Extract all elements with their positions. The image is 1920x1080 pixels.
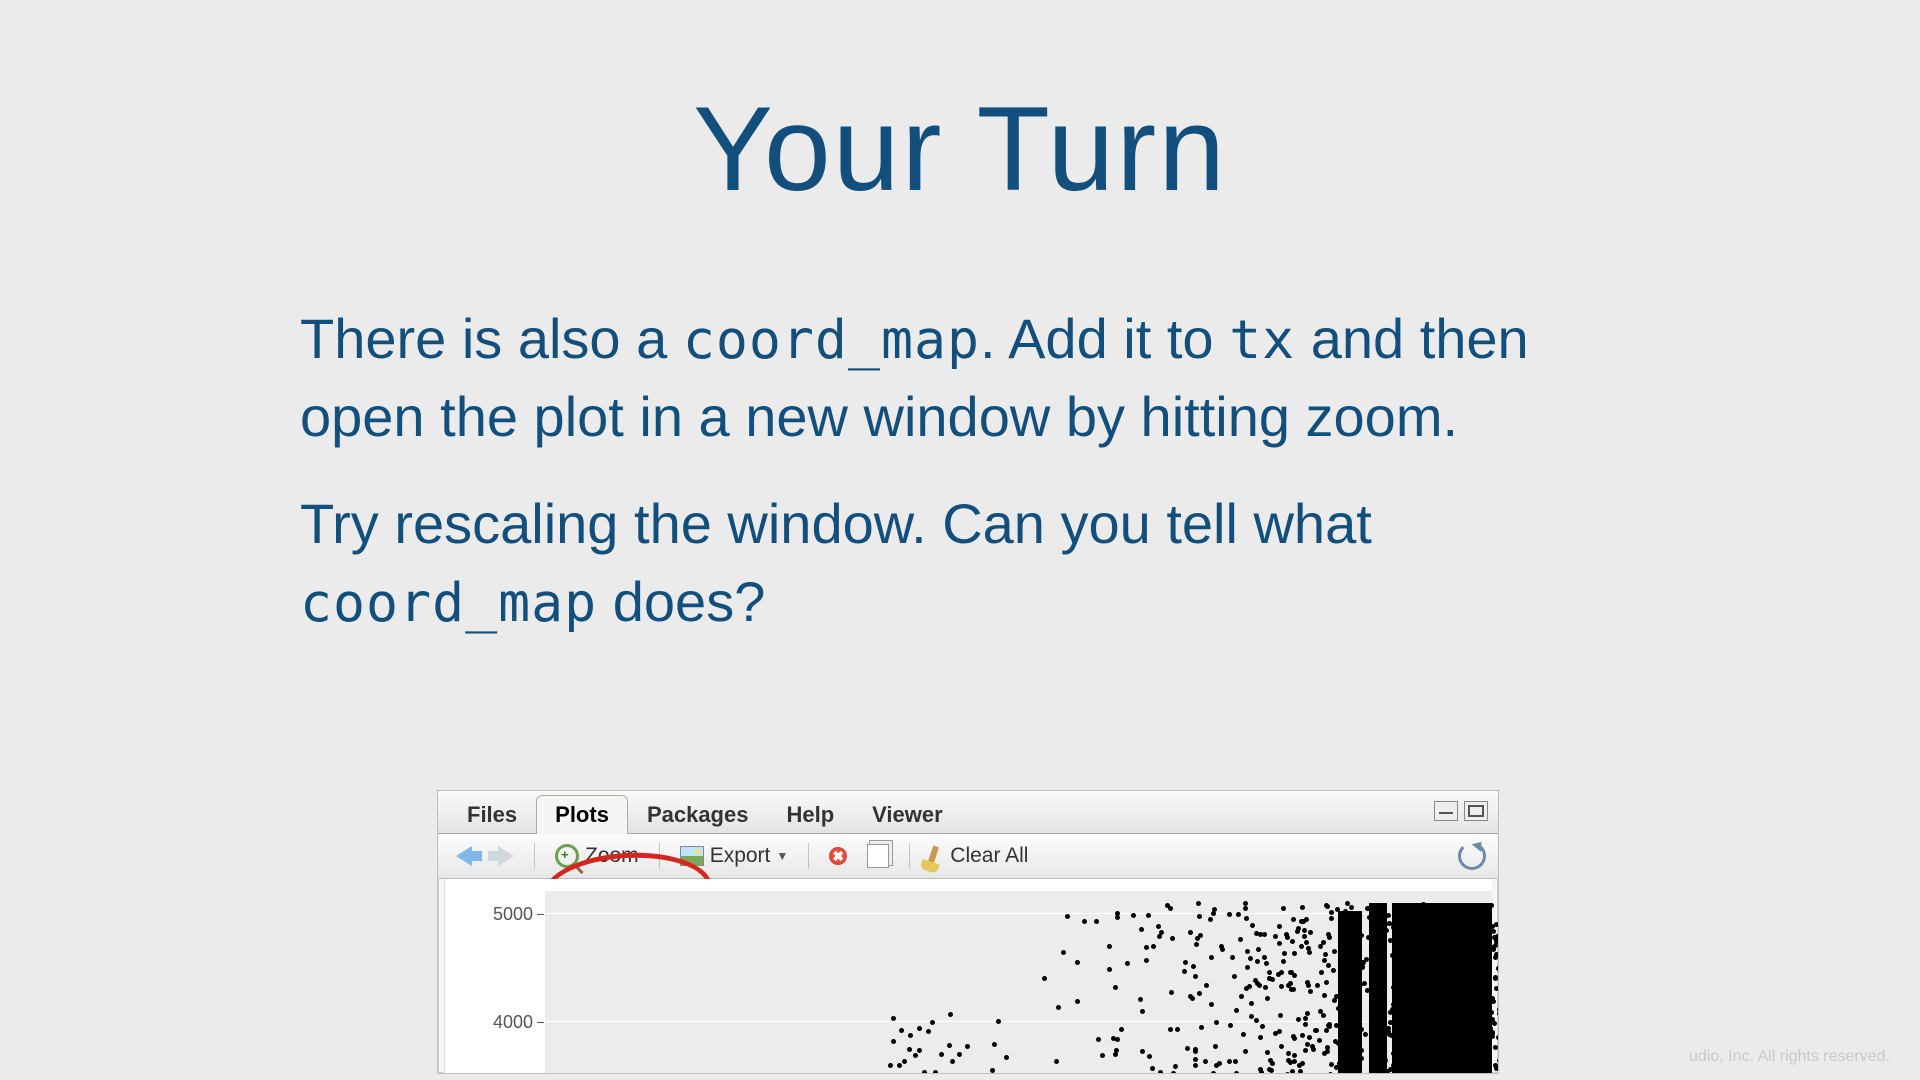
tab-packages[interactable]: Packages: [628, 795, 768, 834]
clear-all-button[interactable]: Clear All: [924, 842, 1034, 870]
p1-code-coord-map: coord_map: [683, 309, 980, 371]
export-button[interactable]: Export ▼: [674, 842, 795, 870]
scatter-dots: [545, 891, 1492, 1074]
slide: Your Turn There is also a coord_map. Add…: [0, 0, 1920, 1080]
delete-circle-icon: ✖: [829, 847, 847, 865]
broom-icon: [927, 846, 939, 867]
plot-toolbar: + Zoom Export ▼ ✖ Clear All: [438, 834, 1498, 879]
arrow-right-icon: [498, 846, 514, 866]
p2-text-a: Try rescaling the window. Can you tell w…: [300, 492, 1372, 555]
minimize-pane-icon[interactable]: [1434, 801, 1458, 821]
dropdown-caret-icon: ▼: [776, 849, 788, 863]
toolbar-separator: [534, 843, 535, 869]
document-stack-icon: [867, 844, 889, 868]
toolbar-separator: [909, 843, 910, 869]
plot-grid: [545, 891, 1492, 1074]
rstudio-plot-pane: Files Plots Packages Help Viewer + Zoom: [437, 790, 1499, 1074]
tick-mark: [537, 1022, 544, 1023]
footer-copyright: udio, Inc. All rights reserved.: [1689, 1048, 1890, 1066]
toolbar-separator: [808, 843, 809, 869]
picture-icon: [680, 846, 704, 866]
tab-help[interactable]: Help: [767, 795, 853, 834]
arrow-left-icon: [456, 846, 472, 866]
zoom-button-label: Zoom: [585, 844, 639, 868]
nav-back-button[interactable]: [450, 844, 478, 868]
tab-files[interactable]: Files: [448, 795, 536, 834]
y-axis-tick-5000: 5000: [493, 904, 533, 925]
export-button-label: Export: [710, 844, 771, 868]
p1-code-tx: tx: [1229, 309, 1295, 371]
p2-text-b: does?: [597, 570, 765, 633]
slide-body: There is also a coord_map. Add it to tx …: [300, 300, 1600, 670]
p1-text-b: . Add it to: [980, 307, 1229, 370]
remove-plot-button[interactable]: ✖: [823, 845, 853, 867]
zoom-button[interactable]: + Zoom: [549, 842, 645, 870]
slide-title: Your Turn: [0, 80, 1920, 218]
paragraph-2: Try rescaling the window. Can you tell w…: [300, 485, 1600, 642]
p2-code-coord-map: coord_map: [300, 572, 597, 634]
pane-tab-bar: Files Plots Packages Help Viewer: [438, 791, 1498, 834]
copy-plot-button[interactable]: [867, 842, 895, 870]
magnifier-plus-icon: +: [555, 844, 579, 868]
refresh-icon[interactable]: [1458, 842, 1486, 870]
y-axis-tick-4000: 4000: [493, 1012, 533, 1033]
nav-forward-button[interactable]: [492, 844, 520, 868]
tick-mark: [537, 914, 544, 915]
p1-text-a: There is also a: [300, 307, 683, 370]
pane-window-controls: [1434, 801, 1488, 821]
tab-viewer[interactable]: Viewer: [853, 795, 962, 834]
plot-canvas: 5000 4000: [444, 879, 1492, 1074]
paragraph-1: There is also a coord_map. Add it to tx …: [300, 300, 1600, 457]
maximize-pane-icon[interactable]: [1464, 801, 1488, 821]
toolbar-separator: [659, 843, 660, 869]
tab-plots[interactable]: Plots: [536, 795, 628, 834]
clear-all-label: Clear All: [950, 844, 1028, 868]
